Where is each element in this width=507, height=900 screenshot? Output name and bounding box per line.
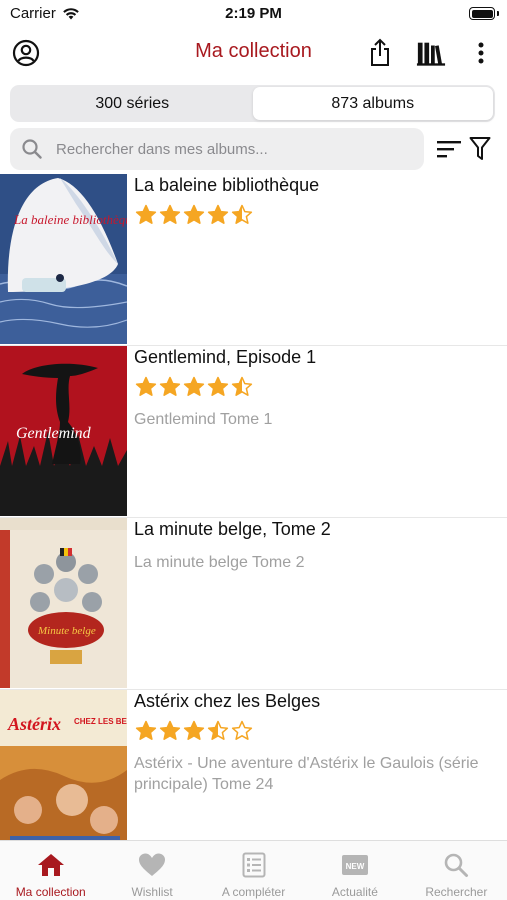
nav-bar: Ma collection [0,28,507,78]
sort-icon[interactable] [436,138,462,160]
cover-title-text: Minute belge [37,625,96,637]
album-row[interactable]: La baleine bibliothèque La baleine bibli… [0,174,507,346]
tab-label: Actualité [331,885,378,899]
status-time: 2:19 PM [225,5,282,22]
star-full-icon [159,376,181,396]
star-full-icon [183,376,205,396]
heart-icon [138,851,166,879]
album-row[interactable]: Astérix CHEZ LES BELGES Astérix chez les… [0,690,507,840]
star-full-icon [135,204,157,224]
rating-stars [135,720,253,742]
tab-a-completer[interactable]: A compléter [203,841,304,900]
star-half-icon [231,204,253,224]
album-title: Astérix chez les Belges [134,691,321,711]
tab-label: Wishlist [131,885,173,899]
star-full-icon [135,720,157,740]
search-input[interactable] [56,140,396,158]
cover-subtitle-text: CHEZ LES BELGES [74,717,127,726]
tab-label: A compléter [221,885,286,899]
cover-title-text: Gentlemind [16,425,92,442]
star-empty-icon [231,720,253,740]
star-full-icon [159,720,181,740]
cover-title-text: Astérix [7,714,61,734]
tab-label: Rechercher [425,885,488,899]
rating-stars [135,204,253,226]
star-half-icon [231,376,253,396]
share-icon[interactable] [365,38,395,68]
status-bar: Carrier 2:19 PM [0,0,507,28]
album-row[interactable]: Gentlemind Gentlemind, Episode 1 Gentlem… [0,346,507,518]
tab-rechercher[interactable]: Rechercher [406,841,507,900]
star-full-icon [207,376,229,396]
star-full-icon [207,204,229,224]
search-icon [442,851,470,879]
segment-series[interactable]: 300 séries [12,87,253,120]
checklist-icon [240,851,268,879]
star-full-icon [135,376,157,396]
tab-actualite[interactable]: NEW Actualité [304,841,405,900]
album-row[interactable]: Minute belge La minute belge, Tome 2 La … [0,518,507,690]
library-icon[interactable] [416,38,446,68]
album-series: Gentlemind Tome 1 [134,411,273,428]
segmented-control: 300 séries 873 albums [10,85,495,122]
star-half-icon [207,720,229,740]
tab-wishlist[interactable]: Wishlist [101,841,202,900]
album-series: Astérix - Une aventure d'Astérix le Gaul… [134,755,479,793]
search-bar [10,128,424,170]
home-icon [37,851,65,879]
tab-ma-collection[interactable]: Ma collection [0,841,101,900]
new-badge-icon: NEW [341,851,369,879]
more-vertical-icon[interactable] [466,38,496,68]
star-full-icon [159,204,181,224]
album-title: Gentlemind, Episode 1 [134,347,317,367]
album-cover: Gentlemind [0,346,127,516]
album-cover: La baleine bibliothèque [0,174,127,344]
star-full-icon [183,204,205,224]
album-title: La minute belge, Tome 2 [134,519,331,539]
filter-icon[interactable] [469,136,491,162]
battery-cap [496,11,499,16]
album-cover: Minute belge [0,518,127,688]
search-icon [22,138,44,160]
svg-text:NEW: NEW [346,862,365,871]
tab-bar: Ma collection Wishlist A compléter NEW A… [0,840,507,900]
tab-label: Ma collection [15,885,86,899]
album-series: La minute belge Tome 2 [134,554,305,571]
album-title: La baleine bibliothèque [134,175,320,195]
battery-icon [469,7,495,20]
star-full-icon [183,720,205,740]
segment-albums[interactable]: 873 albums [252,87,493,120]
album-cover: Astérix CHEZ LES BELGES [0,690,127,840]
rating-stars [135,376,253,398]
album-list: La baleine bibliothèque La baleine bibli… [0,174,507,840]
cover-title-text: La baleine bibliothèque [13,212,127,227]
